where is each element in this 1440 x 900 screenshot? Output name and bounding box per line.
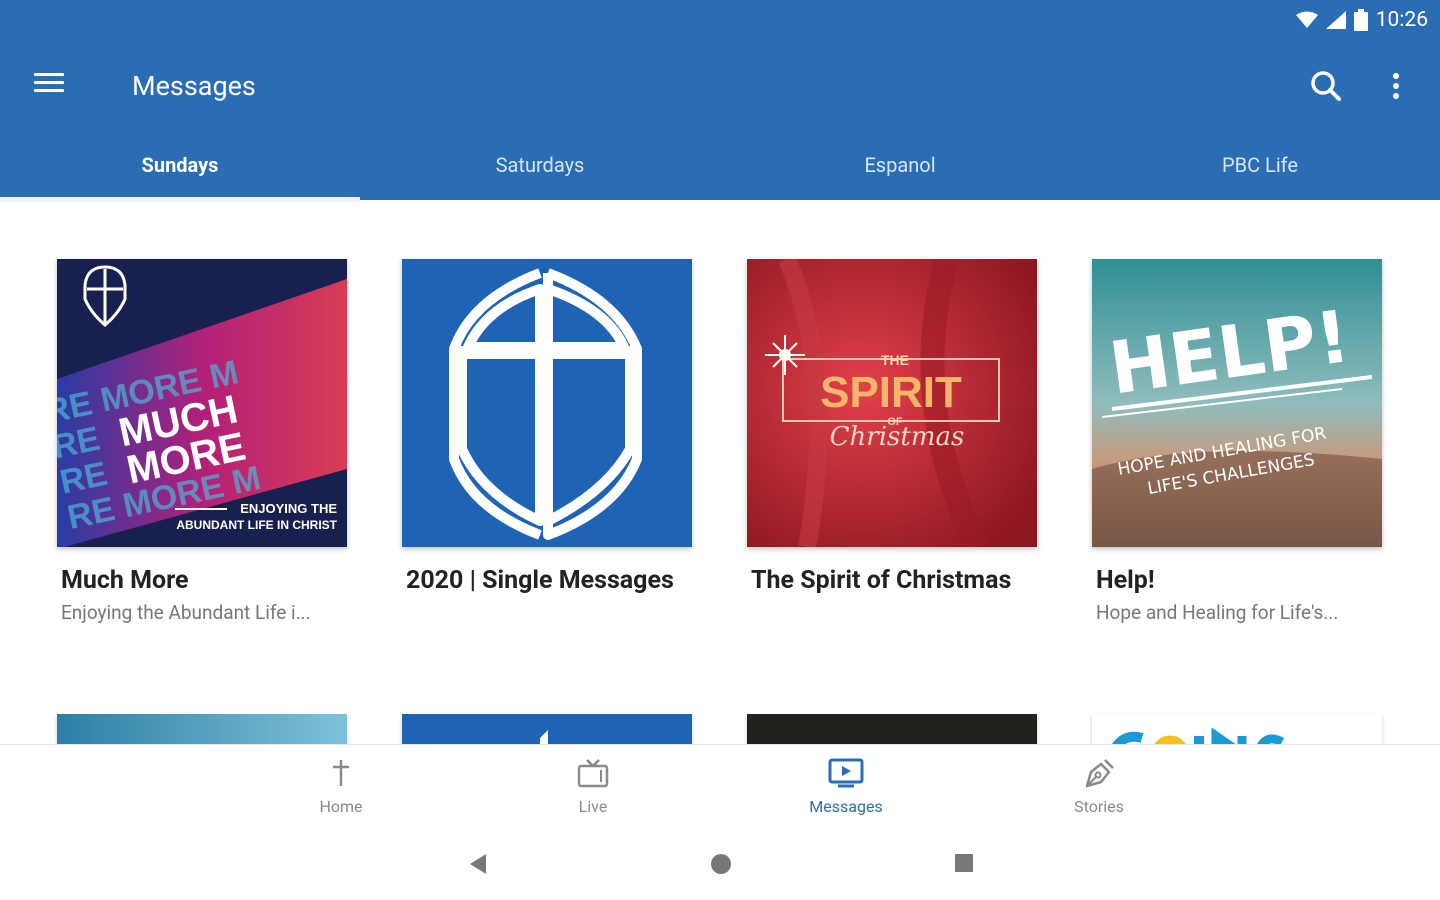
svg-text:ABUNDANT LIFE IN CHRIST: ABUNDANT LIFE IN CHRIST [176,518,337,532]
series-title: Help! [1096,566,1155,595]
wifi-icon [1295,11,1318,28]
bottom-navigation: Home Live Messages Stories [0,744,1440,830]
series-subtitle: Enjoying the Abundant Life i... [61,601,311,624]
svg-text:SPIRIT: SPIRIT [820,368,962,417]
series-card-much-more[interactable]: RE MORE M RE RE RE MORE M MUCH MORE ENJO… [57,259,347,624]
tab-pbc-life[interactable]: PBC Life [1080,130,1440,200]
tab-saturdays[interactable]: Saturdays [360,130,720,200]
series-artwork[interactable]: RE MORE M RE RE RE MORE M MUCH MORE ENJO… [57,259,347,547]
tv-icon [577,759,609,788]
series-card-partial[interactable] [1092,714,1382,744]
nav-label: Home [319,797,363,816]
series-title: Much More [61,566,189,595]
series-card-partial[interactable] [747,714,1037,744]
series-card-spirit-of-christmas[interactable]: THE SPIRIT OF Christmas The Spirit of Ch… [747,259,1037,601]
status-time: 10:26 [1375,8,1428,32]
toolbar: Messages [0,48,1440,124]
search-icon[interactable] [1306,66,1346,106]
cross-icon [333,760,349,786]
series-grid: RE MORE M RE RE RE MORE M MUCH MORE ENJO… [0,200,1440,744]
nav-stories[interactable]: Stories [1029,755,1169,816]
app-bar: 10:26 Messages Sundays Saturdays Espanol… [0,0,1440,202]
series-card-help[interactable]: HELP! HOPE AND HEALING FOR LIFE'S CHALLE… [1092,259,1382,624]
play-screen-icon [828,758,864,788]
nav-live[interactable]: Live [523,755,663,816]
series-title: 2020 | Single Messages [406,566,674,595]
pen-nib-icon [1085,759,1114,788]
series-card-partial[interactable] [57,714,347,744]
status-bar: 10:26 [1295,6,1428,34]
page-title: Messages [132,70,256,102]
nav-label: Stories [1074,797,1124,816]
nav-home[interactable]: Home [271,755,411,816]
nav-messages[interactable]: Messages [776,755,916,816]
system-navigation-bar [0,830,1440,900]
nav-label: Live [578,797,608,816]
tab-espanol[interactable]: Espanol [720,130,1080,200]
back-icon[interactable] [466,852,488,880]
nav-label: Messages [809,797,883,816]
battery-icon [1353,9,1368,31]
svg-text:ENJOYING THE: ENJOYING THE [240,501,337,516]
home-circle-icon[interactable] [709,852,733,880]
series-artwork[interactable] [402,259,692,547]
more-vert-icon[interactable] [1384,66,1408,106]
series-subtitle: Hope and Healing for Life's... [1096,601,1339,624]
signal-icon [1325,11,1346,29]
tab-sundays[interactable]: Sundays [0,130,360,202]
series-title: The Spirit of Christmas [751,566,1012,595]
tab-bar: Sundays Saturdays Espanol PBC Life [0,130,1440,202]
series-artwork[interactable]: HELP! HOPE AND HEALING FOR LIFE'S CHALLE… [1092,259,1382,547]
recents-square-icon[interactable] [953,852,975,878]
svg-text:THE: THE [881,352,909,368]
series-artwork[interactable]: THE SPIRIT OF Christmas [747,259,1037,547]
series-card-partial[interactable] [402,714,692,744]
hamburger-menu-icon[interactable] [34,68,74,104]
svg-text:Christmas: Christmas [830,422,965,452]
series-card-single-messages[interactable]: 2020 | Single Messages [402,259,692,601]
